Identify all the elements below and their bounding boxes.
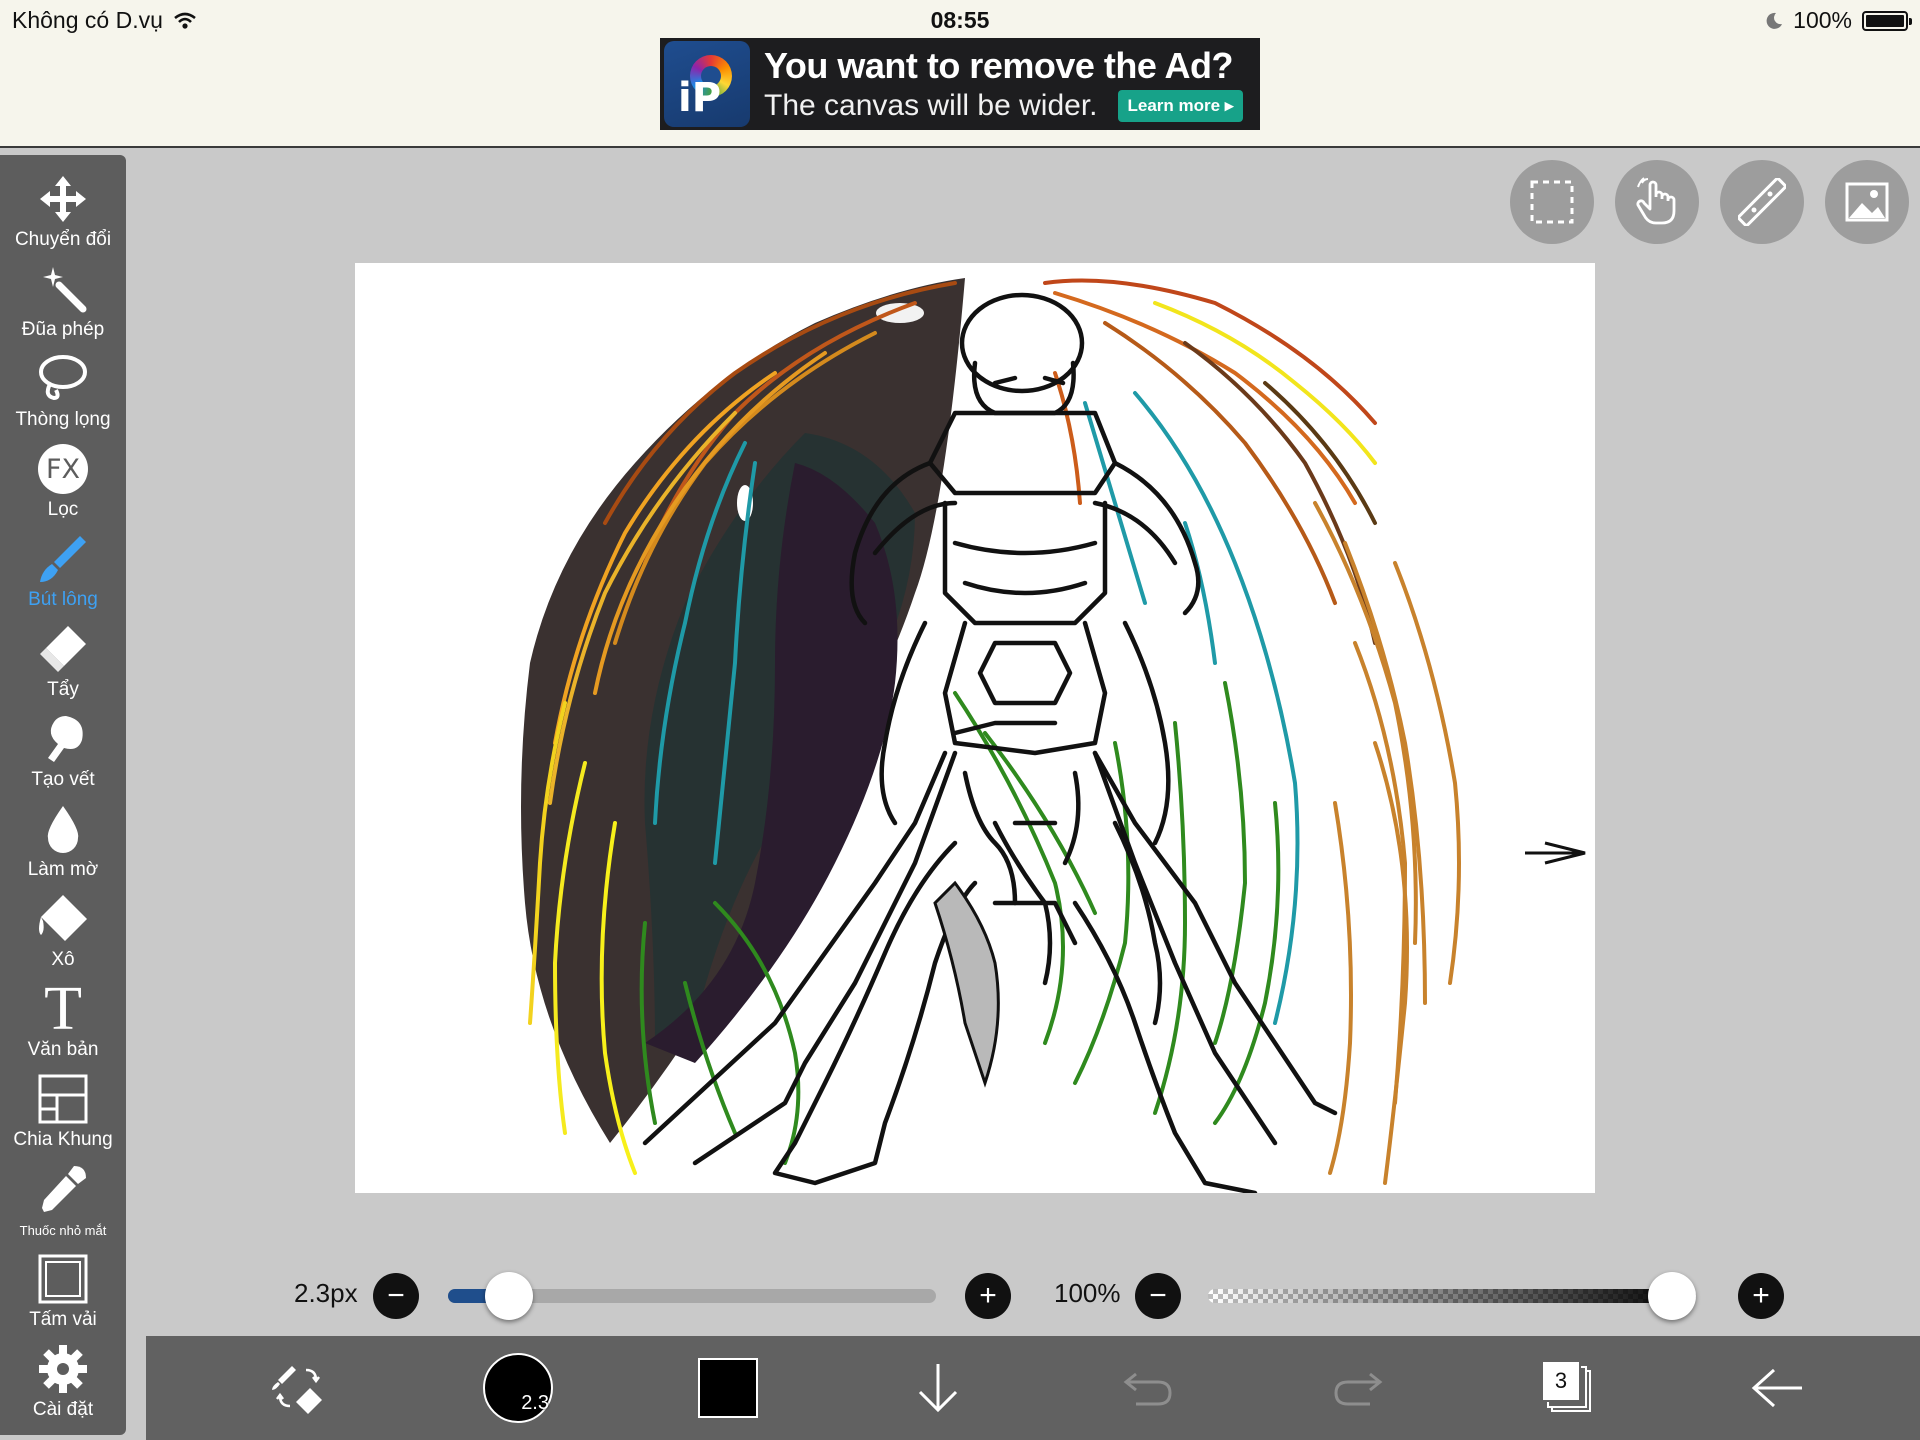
battery-percent: 100% [1793,7,1852,33]
brush-eraser-swap-icon [272,1366,322,1414]
opacity-slider-thumb[interactable] [1648,1272,1696,1320]
ibispaint-logo-icon: iP [664,41,750,127]
undo-icon [1123,1372,1172,1406]
download-button[interactable] [886,1336,990,1440]
plus-icon: + [1752,1279,1770,1312]
battery-icon [1862,10,1912,31]
move-arrows-icon [40,176,86,222]
color-picker-button[interactable] [676,1336,780,1440]
selection-button[interactable] [1510,160,1594,244]
opacity-slider[interactable] [1208,1289,1696,1303]
smudge-icon [48,716,83,762]
fx-icon: FX [38,444,88,494]
drawing-canvas[interactable] [355,263,1595,1193]
minus-icon: − [1149,1279,1167,1312]
ad-title: You want to remove the Ad? [764,45,1234,86]
gear-icon [39,1345,87,1393]
moon-icon [1766,12,1783,29]
layers-button[interactable]: 3 [1516,1336,1620,1440]
tool-eraser[interactable]: Tẩy [0,621,126,711]
learn-more-button[interactable]: Learn more ▸ [1117,90,1244,122]
redo-button[interactable] [1306,1336,1410,1440]
tool-label: Lọc [47,499,79,520]
opacity-value: 100% [1054,1278,1121,1308]
brush-size-decrease-button[interactable]: − [373,1273,419,1319]
tool-bucket[interactable]: Xô [0,891,126,981]
tool-label: Tạo vết [31,769,95,790]
layers-icon: 3 [1541,1360,1595,1416]
minus-icon: − [387,1279,405,1312]
brush-preview-icon: 2.3 [483,1353,553,1423]
tool-filter[interactable]: FX Lọc [0,441,126,531]
undo-button[interactable] [1096,1336,1200,1440]
tool-label: Đũa phép [21,319,105,340]
eyedropper-icon [42,1166,86,1212]
tool-transform[interactable]: Chuyển đổi [0,171,126,261]
brush-size-increase-button[interactable]: + [965,1273,1011,1319]
tool-text[interactable]: T Văn bản [0,975,126,1071]
artwork [521,278,1586,1193]
tool-label: Cài đặt [32,1399,94,1420]
ad-subtitle: The canvas will be wider. [764,89,1098,122]
ruler-icon [1738,178,1786,226]
selection-icon [1530,180,1574,224]
current-color-swatch [698,1358,758,1418]
tool-settings[interactable]: Cài đặt [0,1341,126,1431]
tool-label: Tẩy [47,679,79,700]
tool-magic-wand[interactable]: Đũa phép [0,261,126,351]
hand-button[interactable] [1615,160,1699,244]
text-icon: T [44,975,82,1043]
tool-palette: Chuyển đổi Đũa phép Thòng lọng FX Lọc Bú… [0,155,126,1435]
tool-lasso[interactable]: Thòng lọng [0,351,126,441]
tool-frame-divider[interactable]: Chia Khung [0,1071,126,1161]
tool-eyedropper[interactable]: Thuốc nhỏ mắt [0,1161,126,1251]
reference-image-button[interactable] [1825,160,1909,244]
status-bar: Không có D.vụ 08:55 100% iP You want to … [0,0,1920,148]
tool-brush[interactable]: Bút lông [0,531,126,621]
layers-count: 3 [1541,1360,1581,1402]
opacity-decrease-button[interactable]: − [1135,1273,1181,1319]
battery-status: 100% [1765,7,1912,34]
clock: 08:55 [930,7,990,33]
brush-size-value: 2.3px [294,1278,358,1308]
tool-label: Bút lông [28,589,98,610]
ruler-button[interactable] [1720,160,1804,244]
fx-icon-text: FX [45,453,81,485]
brush-icon [40,536,86,582]
ad-logo-text: iP [678,75,722,121]
brush-size-badge: 2.3 [521,1392,549,1414]
arrow-left-icon [1751,1368,1802,1408]
brush-sliders: 2.3px − + 100% − + [0,1270,1920,1322]
hand-icon [1636,177,1676,225]
opacity-increase-button[interactable]: + [1738,1273,1784,1319]
tool-label: Chuyển đổi [14,229,112,250]
eraser-icon [40,626,86,672]
magic-wand-icon [43,267,87,313]
back-button[interactable] [1726,1336,1830,1440]
redo-icon [1334,1372,1383,1406]
learn-more-label: Learn more [1127,96,1221,115]
frame-divider-icon [38,1074,88,1124]
ad-banner[interactable]: iP You want to remove the Ad? The canvas… [660,38,1260,130]
bucket-icon [39,895,87,941]
lasso-icon [39,355,87,401]
arrow-down-icon [918,1364,958,1413]
tool-blur[interactable]: Làm mờ [0,801,126,891]
tool-smudge[interactable]: Tạo vết [0,711,126,801]
tool-label: Chia Khung [13,1129,113,1150]
tool-label: Thòng lọng [15,409,111,430]
bottom-toolbar: 2.3 3 [146,1336,1920,1440]
brush-size-slider-thumb[interactable] [484,1272,533,1320]
app-window: Không có D.vụ 08:55 100% iP You want to … [0,0,1920,1440]
plus-icon: + [979,1279,997,1312]
tool-label: Xô [51,949,75,970]
tool-label: Làm mờ [27,859,99,880]
tool-label: Thuốc nhỏ mắt [19,1223,107,1238]
tool-label: Văn bản [27,1039,99,1060]
brush-picker-button[interactable]: 2.3 [466,1336,570,1440]
brush-eraser-swap-button[interactable] [246,1336,350,1440]
image-icon [1845,182,1889,222]
blur-drop-icon [47,806,79,853]
